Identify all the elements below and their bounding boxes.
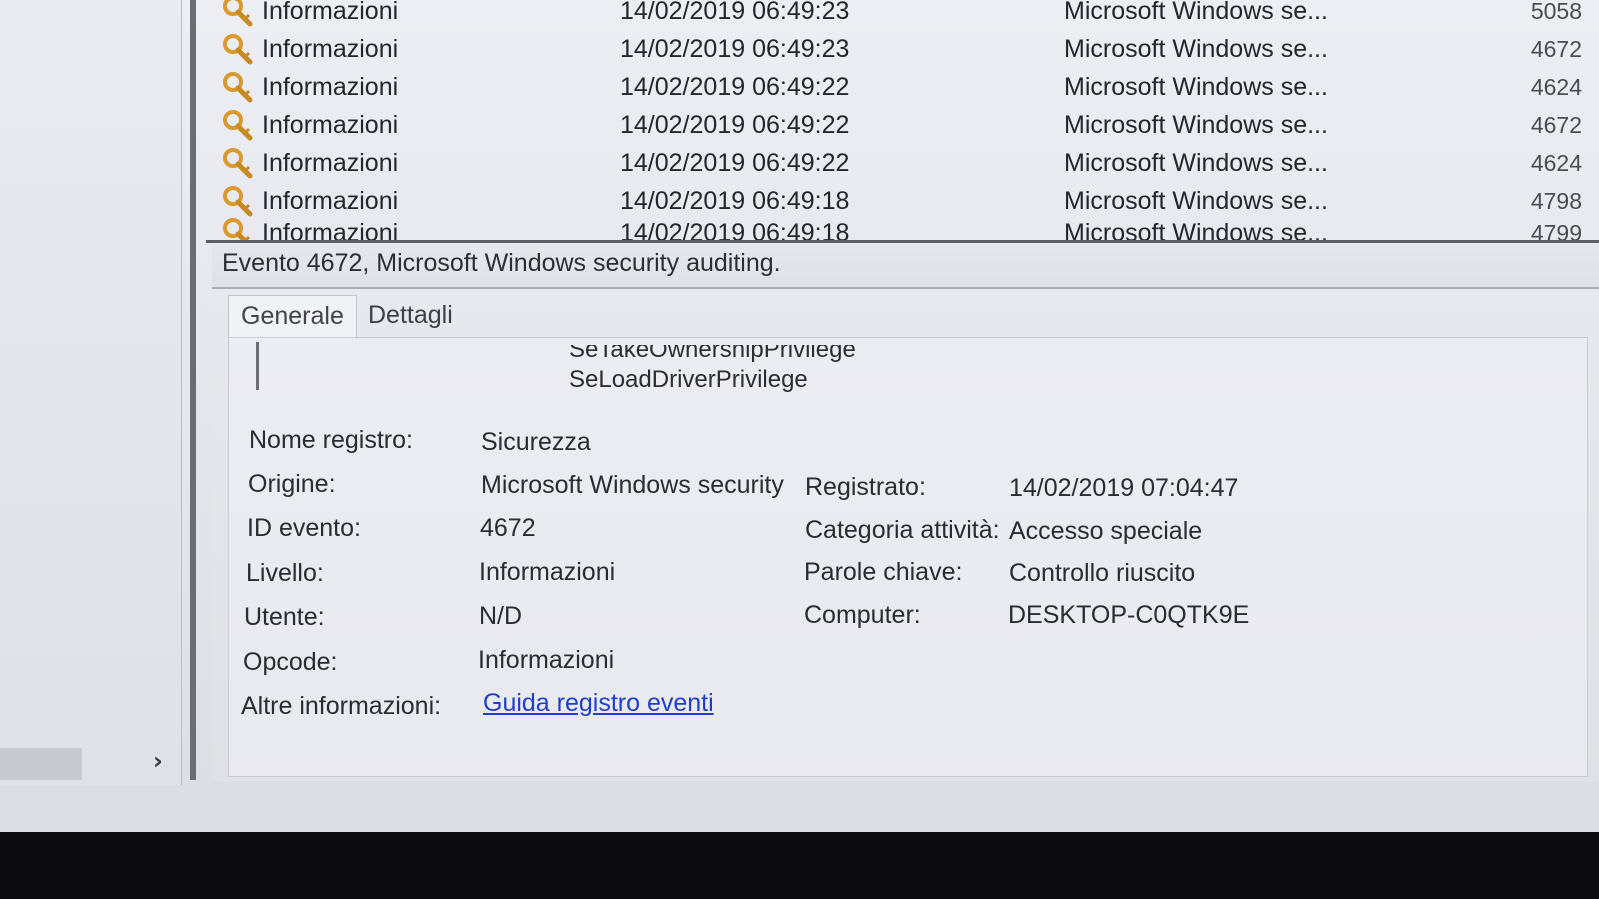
event-level: Informazioni (262, 35, 399, 63)
event-id: 4799 (1530, 220, 1582, 242)
event-level: Informazioni (262, 111, 399, 139)
nome-registro-label: Nome registro: (249, 426, 413, 454)
id-evento-value: 4672 (480, 514, 536, 542)
horizontal-scrollbar-thumb[interactable] (0, 748, 82, 780)
livello-value: Informazioni (479, 558, 616, 586)
description-scroll-caret[interactable] (256, 342, 259, 390)
navigation-pane[interactable]: › (0, 0, 182, 785)
event-source: Microsoft Windows se... (1064, 111, 1328, 139)
event-level: Informazioni (262, 219, 399, 242)
tab-dettagli[interactable]: Dettagli (356, 295, 465, 339)
event-date: 14/02/2019 06:49:22 (620, 73, 850, 101)
pane-splitter[interactable] (190, 0, 196, 780)
event-source: Microsoft Windows se... (1064, 219, 1328, 242)
key-icon (220, 214, 254, 242)
categoria-attivita-label: Categoria attività: (805, 516, 1000, 544)
opcode-label: Opcode: (243, 648, 338, 676)
computer-value: DESKTOP-C0QTK9E (1008, 601, 1250, 629)
key-icon (220, 144, 254, 182)
event-level: Informazioni (262, 149, 399, 177)
event-date: 14/02/2019 06:49:22 (620, 111, 850, 139)
livello-label: Livello: (246, 559, 324, 587)
altre-informazioni-label: Altre informazioni: (241, 692, 442, 720)
guida-registro-eventi-link[interactable]: Guida registro eventi (483, 689, 714, 718)
general-tab-content: SeTakeOwnershipPrivilege SeLoadDriverPri… (228, 337, 1588, 777)
nome-registro-value: Sicurezza (481, 428, 591, 456)
event-source: Microsoft Windows se... (1064, 73, 1328, 101)
key-icon (220, 30, 254, 68)
event-level: Informazioni (262, 0, 399, 25)
event-detail-panel: Generale Dettagli SeTakeOwnershipPrivile… (212, 291, 1599, 781)
event-row[interactable]: Informazioni 14/02/2019 06:49:23 Microso… (212, 0, 1599, 30)
privilege-line: SeLoadDriverPrivilege (569, 366, 808, 393)
event-source: Microsoft Windows se... (1064, 149, 1328, 177)
event-date: 14/02/2019 06:49:23 (620, 0, 850, 25)
event-source: Microsoft Windows se... (1064, 35, 1328, 63)
categoria-attivita-value: Accesso speciale (1009, 517, 1203, 545)
event-date: 14/02/2019 06:49:18 (620, 219, 850, 242)
event-id: 4672 (1530, 36, 1582, 62)
event-level: Informazioni (262, 73, 399, 101)
event-row[interactable]: Informazioni 14/02/2019 06:49:18 Microso… (212, 214, 1599, 242)
key-icon (220, 68, 254, 106)
key-icon (220, 0, 254, 30)
tab-generale[interactable]: Generale (228, 295, 357, 339)
event-row[interactable]: Informazioni 14/02/2019 06:49:22 Microso… (212, 68, 1599, 106)
registrato-value: 14/02/2019 07:04:47 (1009, 474, 1239, 502)
utente-value: N/D (479, 602, 523, 630)
event-id: 4624 (1530, 150, 1582, 176)
event-date: 14/02/2019 06:49:23 (620, 35, 850, 63)
event-id: 4672 (1530, 112, 1582, 138)
opcode-value: Informazioni (478, 646, 615, 674)
event-viewer-window: › Informazioni 14/02/2019 06:49:23 Micro… (0, 0, 1599, 832)
event-detail-title: Evento 4672, Microsoft Windows security … (212, 243, 1599, 289)
origine-value: Microsoft Windows security (481, 471, 784, 499)
parole-chiave-label: Parole chiave: (804, 558, 963, 586)
event-row[interactable]: Informazioni 14/02/2019 06:49:23 Microso… (212, 30, 1599, 68)
event-list: Informazioni 14/02/2019 06:49:23 Microso… (212, 0, 1599, 242)
monitor-bezel (0, 832, 1599, 899)
event-date: 14/02/2019 06:49:22 (620, 149, 850, 177)
utente-label: Utente: (244, 603, 325, 631)
registrato-label: Registrato: (805, 473, 926, 501)
parole-chiave-value: Controllo riuscito (1009, 559, 1196, 587)
privilege-line: SeTakeOwnershipPrivilege (569, 336, 856, 363)
event-row[interactable]: Informazioni 14/02/2019 06:49:22 Microso… (212, 144, 1599, 182)
chevron-right-icon[interactable]: › (146, 746, 170, 776)
event-id: 4624 (1530, 74, 1582, 100)
id-evento-label: ID evento: (247, 514, 361, 542)
event-id: 5058 (1530, 0, 1582, 24)
origine-label: Origine: (248, 470, 336, 498)
key-icon (220, 106, 254, 144)
computer-label: Computer: (804, 601, 921, 629)
event-row[interactable]: Informazioni 14/02/2019 06:49:22 Microso… (212, 106, 1599, 144)
event-source: Microsoft Windows se... (1064, 0, 1328, 25)
